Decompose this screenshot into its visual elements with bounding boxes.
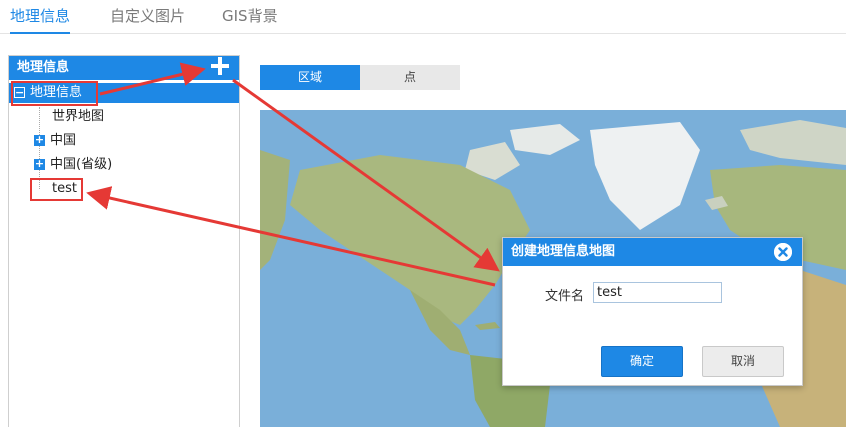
close-x-glyph [774,243,792,261]
filename-label: 文件名 [545,289,585,304]
dialog-title: 创建地理信息地图 [503,238,802,266]
annotation-box-test [30,178,83,201]
tree-item-china[interactable]: + 中国 [34,131,76,151]
create-map-dialog: 创建地理信息地图 文件名 确定 取消 [502,237,803,386]
annotation-box-root [11,81,98,106]
sidebar-title: 地理信息 [9,56,239,80]
tree-item-china-province[interactable]: + 中国(省级) [34,155,112,175]
plus-icon [211,57,229,75]
tree-item-world-map[interactable]: 世界地图 [52,107,104,127]
top-tab-bar: 地理信息 自定义图片 GIS背景 [0,0,846,34]
expand-icon[interactable]: + [34,158,45,170]
close-icon[interactable] [774,243,792,261]
cancel-button[interactable]: 取消 [702,346,784,377]
confirm-button[interactable]: 确定 [601,346,683,377]
expand-icon[interactable]: + [34,134,45,146]
tab-custom-image[interactable]: 自定义图片 [110,6,185,34]
add-map-button[interactable] [208,56,232,78]
subtab-area[interactable]: 区域 [260,65,360,90]
tab-gis-background[interactable]: GIS背景 [222,6,278,34]
filename-input[interactable] [593,282,722,303]
tree-item-label: 世界地图 [52,109,105,124]
tree-item-label: 中国(省级) [50,157,113,172]
tab-geo-info[interactable]: 地理信息 [10,6,71,34]
tree-item-label: 中国 [50,133,77,148]
geo-sidebar: 地理信息 − 地理信息 世界地图 + 中国 + 中国(省级) test [8,55,240,427]
subtab-point[interactable]: 点 [360,65,460,90]
